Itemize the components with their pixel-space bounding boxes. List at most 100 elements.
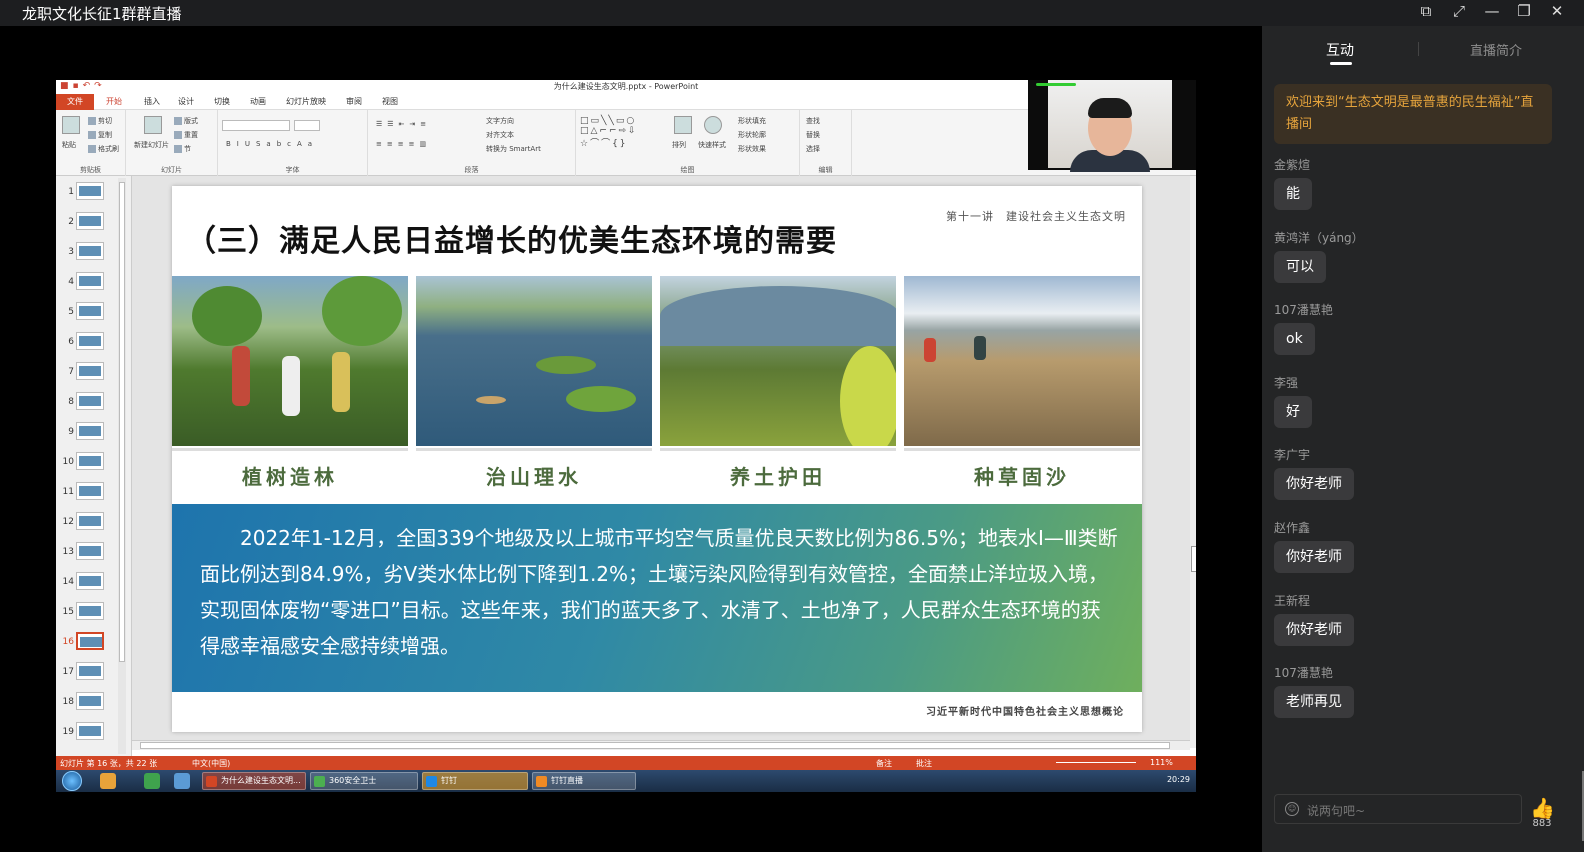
arrange-icon[interactable]	[674, 116, 692, 134]
slide-thumbnail[interactable]: 18	[56, 688, 132, 718]
slide-thumbnail[interactable]: 5	[56, 298, 132, 328]
tab-view[interactable]: 视图	[382, 96, 398, 107]
align-buttons[interactable]: ≡≡≡≡▥	[376, 140, 431, 148]
notes-button[interactable]: 备注	[876, 758, 892, 769]
cut-button[interactable]: 剪切	[88, 116, 112, 126]
slide-thumbnail[interactable]: 1	[56, 178, 132, 208]
shape-effects-button[interactable]: 形状效果	[738, 144, 766, 154]
thumbnail-preview	[76, 452, 104, 470]
chat-username: 黄鸿洋（yáng）	[1274, 230, 1364, 245]
select-button[interactable]: 选择	[806, 144, 820, 154]
restore-button[interactable]: ❐	[1512, 2, 1536, 20]
thumbnail-preview	[76, 392, 104, 410]
group-slides: 新建幻灯片 版式 重置 节 幻灯片	[126, 110, 218, 176]
chat-input[interactable]: ☺ 说两句吧~	[1274, 794, 1522, 824]
tab-slideshow[interactable]: 幻灯片放映	[286, 96, 326, 107]
task-360-security[interactable]: 360安全卫士	[310, 772, 418, 790]
quick-styles-icon[interactable]	[704, 116, 722, 134]
taskbar-app-icon[interactable]	[144, 773, 160, 789]
tab-animations[interactable]: 动画	[250, 96, 266, 107]
align-text-button[interactable]: 对齐文本	[486, 130, 514, 140]
reset-button[interactable]: 重置	[174, 130, 198, 140]
taskbar-clock[interactable]: 20:29	[1167, 775, 1190, 784]
emoji-icon[interactable]: ☺	[1285, 802, 1299, 816]
tab-file[interactable]: 文件	[56, 94, 94, 110]
tab-review[interactable]: 审阅	[346, 96, 362, 107]
font-format-buttons[interactable]: BIUSabcAa	[226, 140, 318, 148]
slide-thumbnail[interactable]: 13	[56, 538, 132, 568]
slide-thumbnail[interactable]: 4	[56, 268, 132, 298]
fullscreen-icon[interactable]: ⤢	[1447, 2, 1471, 20]
task-dingtalk-live[interactable]: 钉钉直播	[532, 772, 636, 790]
slide-thumbnail[interactable]: 8	[56, 388, 132, 418]
paste-icon[interactable]	[62, 116, 80, 134]
comments-button[interactable]: 批注	[916, 758, 932, 769]
taskbar-app-icon[interactable]	[100, 773, 116, 789]
chat-message: 王新程 你好老师	[1274, 590, 1574, 663]
tab-insert[interactable]: 插入	[144, 96, 160, 107]
close-button[interactable]: ✕	[1545, 2, 1569, 20]
new-slide-button[interactable]: 新建幻灯片	[134, 140, 169, 150]
task-powerpoint[interactable]: 为什么建设生态文明...	[202, 772, 306, 790]
slide-thumbnail[interactable]: 15	[56, 598, 132, 628]
replace-button[interactable]: 替换	[806, 130, 820, 140]
list-buttons[interactable]: ☰☰⇤⇥≡	[376, 120, 431, 128]
copy-button[interactable]: 复制	[88, 130, 112, 140]
task-dingtalk[interactable]: 钉钉	[422, 772, 528, 790]
slide-thumbnail[interactable]: 6	[56, 328, 132, 358]
slide-thumbnail[interactable]: 10	[56, 448, 132, 478]
tab-live-intro[interactable]: 直播简介	[1470, 40, 1522, 59]
format-painter-button[interactable]: 格式刷	[88, 144, 119, 154]
quick-styles-button[interactable]: 快速样式	[698, 140, 726, 150]
font-size-select[interactable]	[294, 120, 320, 131]
slide-thumbnail[interactable]: 16	[56, 628, 132, 658]
slide-thumbnail[interactable]: 2	[56, 208, 132, 238]
slide-thumbnail[interactable]: 17	[56, 658, 132, 688]
arrange-button[interactable]: 排列	[672, 140, 686, 150]
new-slide-icon[interactable]	[144, 116, 162, 134]
slide-thumbnail[interactable]: 14	[56, 568, 132, 598]
slide-thumbnail[interactable]: 9	[56, 418, 132, 448]
find-button[interactable]: 查找	[806, 116, 820, 126]
pip-icon[interactable]: ⧉	[1414, 2, 1438, 20]
slide-thumbnail[interactable]: 7	[56, 358, 132, 388]
text-direction-button[interactable]: 文字方向	[486, 116, 514, 126]
zoom-level[interactable]: 111%	[1150, 758, 1173, 767]
taskbar-app-icon[interactable]	[174, 773, 190, 789]
smartart-button[interactable]: 转换为 SmartArt	[486, 144, 541, 154]
shape-outline-button[interactable]: 形状轮廓	[738, 130, 766, 140]
chat-message: 107潘慧艳 老师再见	[1274, 662, 1574, 735]
thumbnail-number: 12	[62, 517, 74, 527]
slide-thumbnail[interactable]: 19	[56, 718, 132, 748]
language-status[interactable]: 中文(中国)	[192, 758, 230, 769]
thumbnail-preview	[76, 212, 104, 230]
horizontal-scroll-thumb[interactable]	[140, 742, 1170, 749]
tab-transitions[interactable]: 切换	[214, 96, 230, 107]
shapes-gallery[interactable]: □▭╲╲▭○ □△⌐⌐⇨⇩ ☆⌒⌒{}	[580, 116, 638, 149]
tab-interaction[interactable]: 互动	[1326, 40, 1354, 60]
slide-thumbnail[interactable]: 11	[56, 478, 132, 508]
tab-home[interactable]: 开始	[106, 96, 122, 107]
font-name-select[interactable]	[222, 120, 290, 131]
tab-design[interactable]: 设计	[178, 96, 194, 107]
slide-vertical-scrollbar[interactable]	[1190, 176, 1196, 748]
minimize-button[interactable]: —	[1480, 2, 1504, 20]
like-thumb-icon[interactable]: 👍	[1530, 796, 1555, 820]
layout-label: 版式	[184, 117, 198, 125]
start-button[interactable]	[62, 771, 82, 791]
active-tab-indicator	[1330, 62, 1352, 65]
chat-username: 107潘慧艳	[1274, 303, 1333, 318]
vertical-scroll-thumb[interactable]	[1191, 546, 1196, 572]
shape-fill-button[interactable]: 形状填充	[738, 116, 766, 126]
zoom-slider[interactable]	[1056, 762, 1136, 763]
task-label: 360安全卫士	[329, 776, 377, 785]
section-button[interactable]: 节	[174, 144, 191, 154]
slide-subtitle: 第十一讲 建设社会主义生态文明	[946, 210, 1126, 223]
section-icon	[174, 145, 182, 153]
paste-button[interactable]: 粘贴	[62, 140, 76, 150]
slide-horizontal-scrollbar[interactable]	[132, 740, 1190, 750]
current-slide[interactable]: （三）满足人民日益增长的优美生态环境的需要 第十一讲 建设社会主义生态文明 植树…	[172, 186, 1142, 732]
layout-button[interactable]: 版式	[174, 116, 198, 126]
slide-thumbnail[interactable]: 3	[56, 238, 132, 268]
slide-thumbnail[interactable]: 12	[56, 508, 132, 538]
